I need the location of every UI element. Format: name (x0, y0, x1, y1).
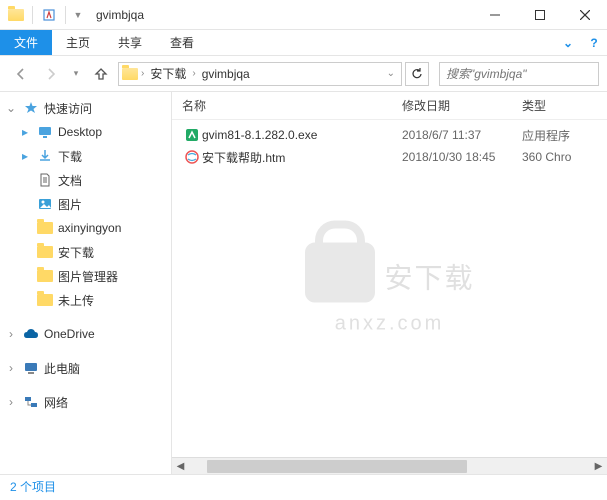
tab-file[interactable]: 文件 (0, 30, 52, 55)
sidebar-item-label: OneDrive (44, 327, 95, 341)
folder-icon (36, 243, 54, 261)
sidebar-item-label: axinyingyon (58, 221, 121, 235)
file-list: gvim81-8.1.282.0.exe 2018/6/7 11:37 应用程序… (172, 120, 607, 457)
sidebar-item-label: Desktop (58, 125, 102, 139)
expand-icon[interactable]: › (4, 327, 18, 341)
sidebar-item-label: 此电脑 (44, 360, 80, 377)
watermark-subtext: anxz.com (335, 312, 445, 335)
lock-icon (304, 242, 374, 302)
sidebar-item-label: 快速访问 (44, 100, 92, 117)
scroll-thumb[interactable] (207, 460, 467, 473)
watermark: 安下载 anxz.com (304, 242, 474, 335)
network-icon (22, 393, 40, 411)
sidebar-item-picmgr[interactable]: 图片管理器 (0, 264, 171, 288)
pictures-icon (36, 195, 54, 213)
status-item-count: 2 个项目 (10, 478, 56, 495)
folder-icon (121, 65, 139, 83)
onedrive-icon (22, 325, 40, 343)
tab-share[interactable]: 共享 (104, 30, 156, 55)
help-icon[interactable]: ? (581, 30, 607, 55)
file-name: gvim81-8.1.282.0.exe (202, 128, 402, 142)
column-date[interactable]: 修改日期 (402, 97, 522, 114)
file-row[interactable]: gvim81-8.1.282.0.exe 2018/6/7 11:37 应用程序 (172, 124, 607, 146)
search-input[interactable] (446, 67, 603, 81)
sidebar-item-axinyingyon[interactable]: axinyingyon (0, 216, 171, 240)
search-box[interactable] (439, 62, 599, 86)
expand-icon[interactable]: ▸ (18, 125, 32, 139)
column-headers: 名称 修改日期 类型 (172, 92, 607, 120)
computer-icon (22, 359, 40, 377)
tab-view[interactable]: 查看 (156, 30, 208, 55)
sidebar-item-label: 下载 (58, 148, 82, 165)
forward-button[interactable] (38, 61, 64, 87)
file-name: 安下载帮助.htm (202, 149, 402, 166)
address-dropdown-icon[interactable]: ⌄ (383, 68, 399, 79)
exe-icon (182, 126, 202, 144)
sidebar-item-label: 图片 (58, 196, 82, 213)
minimize-button[interactable] (472, 0, 517, 30)
chevron-right-icon[interactable]: › (192, 68, 195, 79)
sidebar-item-label: 文档 (58, 172, 82, 189)
desktop-icon (36, 123, 54, 141)
sidebar-item-desktop[interactable]: ▸ Desktop (0, 120, 171, 144)
watermark-text: 安下载 (384, 256, 474, 296)
star-icon (22, 99, 40, 117)
file-date: 2018/6/7 11:37 (402, 128, 522, 142)
chevron-right-icon[interactable]: › (141, 68, 144, 79)
horizontal-scrollbar[interactable]: ◀ ▶ (172, 457, 607, 474)
maximize-button[interactable] (517, 0, 562, 30)
file-type: 360 Chro (522, 150, 607, 164)
breadcrumb-anxia[interactable]: 安下载 (146, 65, 190, 82)
recent-dropdown-icon[interactable]: ▾ (68, 61, 84, 87)
document-icon (36, 171, 54, 189)
folder-icon (36, 267, 54, 285)
up-button[interactable] (88, 61, 114, 87)
sidebar-item-label: 图片管理器 (58, 268, 118, 285)
file-type: 应用程序 (522, 127, 607, 144)
window-title: gvimbjqa (90, 8, 472, 22)
collapse-icon[interactable]: ⌄ (4, 101, 18, 115)
sidebar-item-label: 安下载 (58, 244, 94, 261)
close-button[interactable] (562, 0, 607, 30)
sidebar-item-network[interactable]: › 网络 (0, 390, 171, 414)
tab-home[interactable]: 主页 (52, 30, 104, 55)
sidebar-item-documents[interactable]: 文档 (0, 168, 171, 192)
htm-icon (182, 148, 202, 166)
expand-icon[interactable]: › (4, 361, 18, 375)
folder-icon (36, 291, 54, 309)
navigation-pane: ⌄ 快速访问 ▸ Desktop ▸ 下载 文档 图片 axinyingyon (0, 92, 172, 474)
expand-icon[interactable]: ▸ (18, 149, 32, 163)
back-button[interactable] (8, 61, 34, 87)
sidebar-item-label: 未上传 (58, 292, 94, 309)
download-icon (36, 147, 54, 165)
ribbon-expand-icon[interactable]: ⌄ (555, 30, 581, 55)
file-date: 2018/10/30 18:45 (402, 150, 522, 164)
folder-app-icon (6, 5, 26, 25)
properties-icon[interactable] (39, 5, 59, 25)
sidebar-item-downloads[interactable]: ▸ 下载 (0, 144, 171, 168)
sidebar-item-onedrive[interactable]: › OneDrive (0, 322, 171, 346)
sidebar-item-anxia[interactable]: 安下载 (0, 240, 171, 264)
file-row[interactable]: 安下载帮助.htm 2018/10/30 18:45 360 Chro (172, 146, 607, 168)
breadcrumb-folder[interactable]: gvimbjqa (198, 67, 254, 81)
sidebar-item-quick-access[interactable]: ⌄ 快速访问 (0, 96, 171, 120)
column-name[interactable]: 名称 (182, 97, 402, 114)
sidebar-item-pictures[interactable]: 图片 (0, 192, 171, 216)
sidebar-item-thispc[interactable]: › 此电脑 (0, 356, 171, 380)
sidebar-item-label: 网络 (44, 394, 68, 411)
refresh-button[interactable] (405, 62, 429, 86)
scroll-right-icon[interactable]: ▶ (590, 461, 607, 472)
address-bar[interactable]: › 安下载 › gvimbjqa ⌄ (118, 62, 402, 86)
folder-icon (36, 219, 54, 237)
sidebar-item-notuploaded[interactable]: 未上传 (0, 288, 171, 312)
scroll-left-icon[interactable]: ◀ (172, 461, 189, 472)
column-type[interactable]: 类型 (522, 97, 607, 114)
qat-dropdown-icon[interactable]: ▼ (72, 5, 84, 25)
expand-icon[interactable]: › (4, 395, 18, 409)
